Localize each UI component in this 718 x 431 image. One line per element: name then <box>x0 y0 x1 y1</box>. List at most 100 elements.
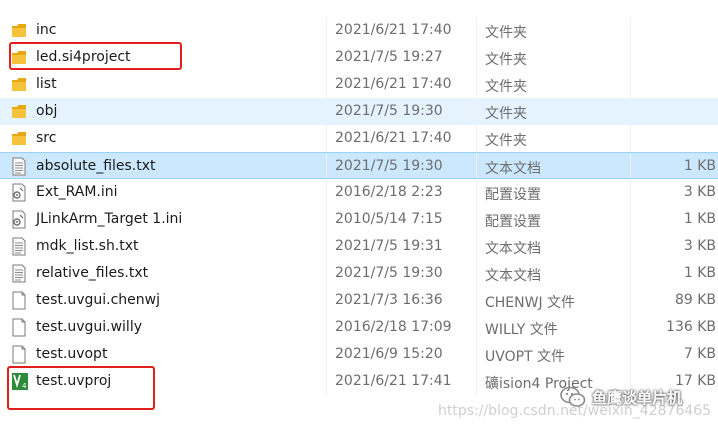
blank-file-icon <box>11 318 27 337</box>
column-separator <box>630 98 631 125</box>
column-separator <box>326 206 327 233</box>
file-row[interactable]: test.uvopt 2021/6/9 15:20 UVOPT 文件 7 KB <box>0 341 718 368</box>
file-type: 文件夹 <box>485 133 527 149</box>
file-type: CHENWJ 文件 <box>485 295 576 311</box>
file-size: 136 KB <box>666 319 716 335</box>
wechat-account-name: 鱼鹰谈单片机 <box>592 388 683 407</box>
file-row[interactable]: Ext_RAM.ini 2016/2/18 2:23 配置设置 3 KB <box>0 179 718 206</box>
file-size: 1 KB <box>683 265 716 281</box>
column-separator <box>326 287 327 314</box>
column-separator <box>326 125 327 152</box>
file-modified-date: 2016/2/18 17:09 <box>335 319 452 335</box>
file-modified-date: 2021/7/5 19:31 <box>335 238 443 254</box>
highlight-box-test-uvproj <box>7 366 155 410</box>
column-separator <box>326 153 327 178</box>
file-name[interactable]: JLinkArm_Target 1.ini <box>36 211 182 227</box>
file-modified-date: 2010/5/14 7:15 <box>335 211 443 227</box>
file-modified-date: 2021/6/21 17:40 <box>335 130 452 146</box>
file-name[interactable]: Ext_RAM.ini <box>36 184 118 200</box>
column-separator <box>630 153 631 178</box>
file-name[interactable]: mdk_list.sh.txt <box>36 238 139 254</box>
column-separator <box>326 98 327 125</box>
file-list: inc 2021/6/21 17:40 文件夹 led.si4project 2021/… <box>0 17 718 395</box>
file-type: 文件夹 <box>485 106 527 122</box>
column-separator <box>630 341 631 368</box>
file-name[interactable]: test.uvgui.chenwj <box>36 292 160 308</box>
column-separator <box>630 179 631 206</box>
folder-icon <box>11 129 27 148</box>
file-type: 配置设置 <box>485 187 541 203</box>
file-modified-date: 2021/6/21 17:40 <box>335 22 452 38</box>
file-type: WILLY 文件 <box>485 322 558 338</box>
file-row[interactable]: relative_files.txt 2021/7/5 19:30 文本文档 1 KB <box>0 260 718 287</box>
file-type: 文本文档 <box>485 241 541 257</box>
file-name[interactable]: inc <box>36 22 56 38</box>
column-separator <box>326 179 327 206</box>
file-name[interactable]: src <box>36 130 56 146</box>
file-name[interactable]: test.uvopt <box>36 346 107 362</box>
column-separator <box>326 17 327 44</box>
column-separator <box>630 71 631 98</box>
file-type: 配置设置 <box>485 214 541 230</box>
file-row[interactable]: src 2021/6/21 17:40 文件夹 <box>0 125 718 152</box>
column-separator <box>476 153 477 178</box>
file-row[interactable]: absolute_files.txt 2021/7/5 19:30 文本文档 1 KB <box>0 152 718 179</box>
column-separator <box>476 233 477 260</box>
column-separator <box>326 71 327 98</box>
file-size: 89 KB <box>674 292 716 308</box>
file-modified-date: 2021/7/5 19:30 <box>335 265 443 281</box>
column-separator <box>326 341 327 368</box>
column-separator <box>630 314 631 341</box>
config-file-icon <box>11 183 27 202</box>
blank-file-icon <box>11 291 27 310</box>
column-separator <box>630 260 631 287</box>
column-separator <box>476 260 477 287</box>
file-modified-date: 2021/7/5 19:30 <box>335 158 443 174</box>
column-separator <box>630 17 631 44</box>
file-modified-date: 2016/2/18 2:23 <box>335 184 443 200</box>
column-separator <box>326 44 327 71</box>
column-separator <box>326 260 327 287</box>
text-file-icon <box>11 237 27 256</box>
folder-icon <box>11 102 27 121</box>
file-name[interactable]: test.uvgui.willy <box>36 319 142 335</box>
file-modified-date: 2021/6/21 17:40 <box>335 76 452 92</box>
column-separator <box>476 179 477 206</box>
folder-icon <box>11 21 27 40</box>
file-row[interactable]: test.uvgui.chenwj 2021/7/3 16:36 CHENWJ 文件… <box>0 287 718 314</box>
column-separator <box>476 206 477 233</box>
file-modified-date: 2021/6/21 17:41 <box>335 373 452 389</box>
file-row[interactable]: test.uvgui.willy 2016/2/18 17:09 WILLY 文件 1… <box>0 314 718 341</box>
column-separator <box>476 44 477 71</box>
file-name[interactable]: obj <box>36 103 57 119</box>
file-name[interactable]: list <box>36 76 57 92</box>
column-separator <box>476 287 477 314</box>
file-row[interactable]: obj 2021/7/5 19:30 文件夹 <box>0 98 718 125</box>
file-name[interactable]: absolute_files.txt <box>36 158 156 174</box>
column-separator <box>476 98 477 125</box>
file-size: 1 KB <box>683 211 716 227</box>
file-row[interactable]: mdk_list.sh.txt 2021/7/5 19:31 文本文档 3 KB <box>0 233 718 260</box>
highlight-box-led-si4project <box>9 42 182 70</box>
column-separator <box>476 71 477 98</box>
blank-file-icon <box>11 345 27 364</box>
file-type: 文本文档 <box>485 161 541 177</box>
file-row[interactable]: list 2021/6/21 17:40 文件夹 <box>0 71 718 98</box>
column-separator <box>630 44 631 71</box>
column-separator <box>326 368 327 395</box>
file-modified-date: 2021/7/5 19:30 <box>335 103 443 119</box>
folder-icon <box>11 75 27 94</box>
file-row[interactable]: JLinkArm_Target 1.ini 2010/5/14 7:15 配置设置 1… <box>0 206 718 233</box>
config-file-icon <box>11 210 27 229</box>
file-name[interactable]: relative_files.txt <box>36 265 148 281</box>
file-size: 3 KB <box>683 184 716 200</box>
file-modified-date: 2021/7/5 19:27 <box>335 49 443 65</box>
file-size: 7 KB <box>683 346 716 362</box>
file-type: 文本文档 <box>485 268 541 284</box>
column-separator <box>476 341 477 368</box>
column-separator <box>476 125 477 152</box>
column-separator <box>326 314 327 341</box>
file-type: 文件夹 <box>485 79 527 95</box>
column-separator <box>476 314 477 341</box>
file-row[interactable]: inc 2021/6/21 17:40 文件夹 <box>0 17 718 44</box>
